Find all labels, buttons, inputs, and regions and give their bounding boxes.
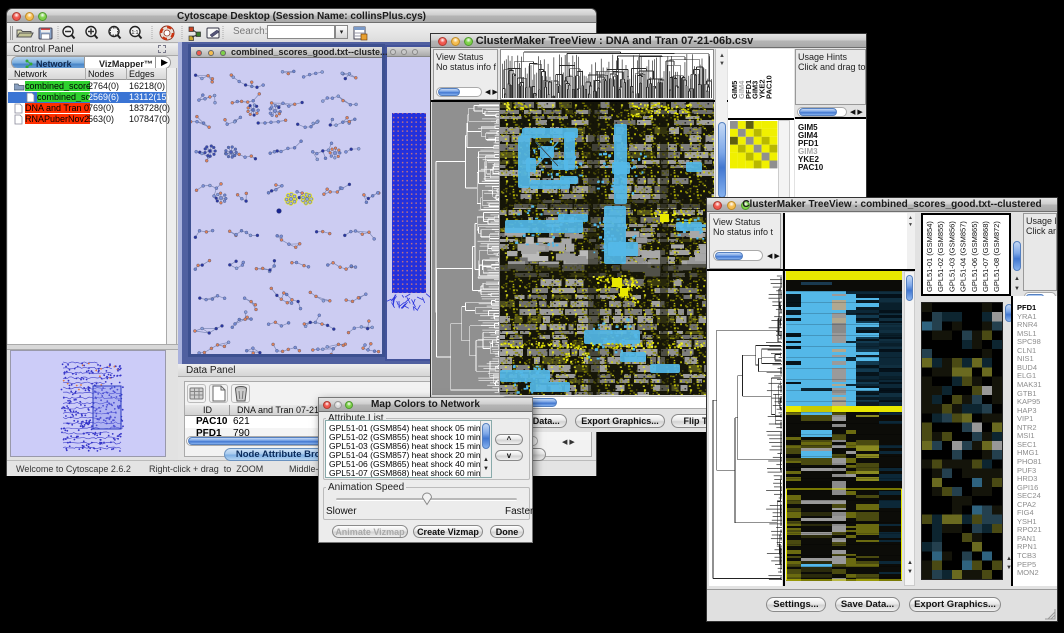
svg-text:GPL51-03 (GSM856): GPL51-03 (GSM856) (947, 221, 956, 292)
svg-text:GPL51-08 (GSM872): GPL51-08 (GSM872) (992, 221, 1001, 292)
svg-text:GPL51-07 (GSM868): GPL51-07 (GSM868) (981, 221, 990, 292)
svg-text:GPL51-06 (GSM865): GPL51-06 (GSM865) (970, 221, 979, 292)
svg-text:GPL51-02 (GSM855): GPL51-02 (GSM855) (936, 221, 945, 292)
svg-text:GPL51-04 (GSM857): GPL51-04 (GSM857) (959, 221, 968, 292)
svg-text:PAC10: PAC10 (765, 75, 774, 99)
svg-text:GPL51-01 (GSM854): GPL51-01 (GSM854) (925, 221, 934, 292)
svg-text:1:1: 1:1 (132, 30, 139, 36)
